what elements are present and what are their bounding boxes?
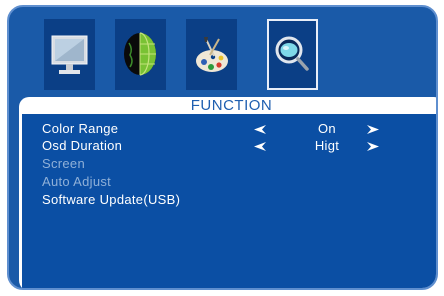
magnifier-icon: [275, 36, 309, 71]
globe-icon: [124, 32, 156, 76]
tab-sound[interactable]: [115, 19, 166, 90]
menu-item-screen[interactable]: Screen: [22, 155, 436, 173]
arrow-left-icon[interactable]: [254, 142, 266, 151]
menu-item-color-range[interactable]: Color Range On: [22, 120, 436, 138]
tab-setup[interactable]: [186, 19, 237, 90]
menu-item-label: Color Range: [42, 121, 119, 136]
menu-item-label: Osd Duration: [42, 138, 123, 153]
menu-panel: Color Range On Osd Duration Higt Screen …: [22, 114, 436, 288]
menu-title: FUNCTION: [190, 97, 273, 114]
arrow-right-icon[interactable]: [367, 142, 379, 151]
menu-item-label: Auto Adjust: [42, 174, 112, 189]
palette-icon: [196, 37, 228, 72]
menu-item-label: Screen: [42, 156, 85, 171]
menu-content: FUNCTION Color Range On Osd Duration Hig…: [19, 97, 436, 288]
osd-menu-frame: FUNCTION Color Range On Osd Duration Hig…: [7, 5, 438, 290]
menu-item-osd-duration[interactable]: Osd Duration Higt: [22, 137, 436, 155]
menu-item-value: On: [318, 121, 336, 136]
menu-item-software-update[interactable]: Software Update(USB): [22, 191, 436, 209]
menu-item-label: Software Update(USB): [42, 192, 181, 207]
tab-picture[interactable]: [44, 19, 95, 90]
monitor-icon: [51, 35, 88, 74]
arrow-left-icon[interactable]: [254, 125, 266, 134]
menu-item-auto-adjust[interactable]: Auto Adjust: [22, 173, 436, 191]
menu-item-value: Higt: [314, 138, 340, 153]
arrow-right-icon[interactable]: [367, 125, 379, 134]
tab-function[interactable]: [267, 19, 318, 90]
